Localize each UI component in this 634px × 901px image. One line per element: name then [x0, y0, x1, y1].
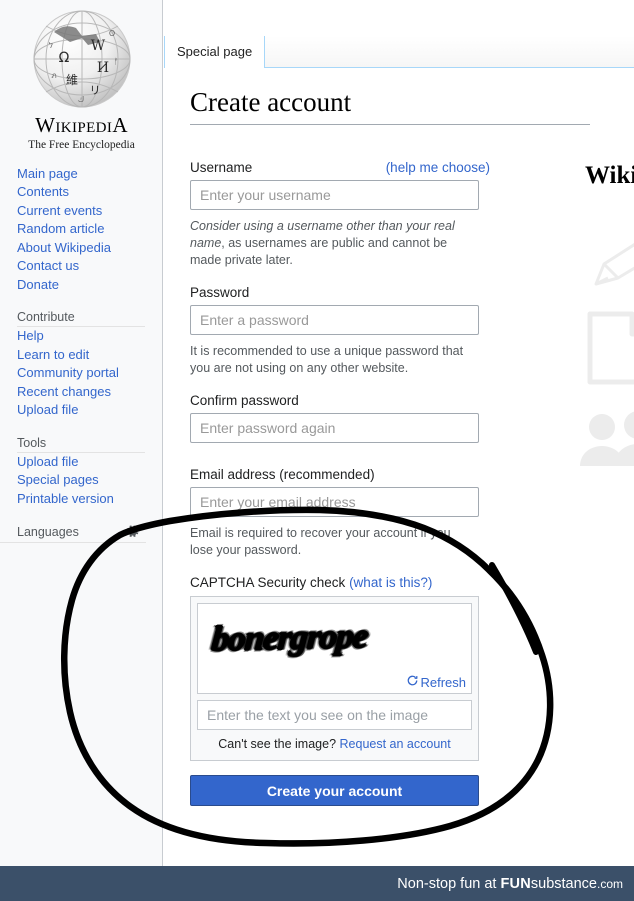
- footer-brand-fun: FUN: [500, 875, 531, 892]
- password-input[interactable]: [190, 305, 479, 335]
- wikipedia-logo[interactable]: Ω W И 維 リ ל ภ ᚠ ʘ ك WIKIPEDIA The Free E…: [0, 0, 163, 151]
- username-input[interactable]: [190, 180, 479, 210]
- username-hint: Consider using a username other than you…: [190, 218, 473, 269]
- create-account-form: Username (help me choose) Consider using…: [190, 160, 490, 806]
- sidebar-item-donate[interactable]: Donate: [17, 276, 162, 295]
- email-hint: Email is required to recover your accoun…: [190, 526, 451, 557]
- sidebar-item-contents[interactable]: Contents: [17, 183, 162, 202]
- username-hint-rest: , as usernames are public and cannot be …: [190, 236, 448, 267]
- tab-special-page[interactable]: Special page: [165, 36, 266, 68]
- captcha-label-row: CAPTCHA Security check (what is this?): [190, 575, 490, 590]
- email-input[interactable]: [190, 487, 479, 517]
- confirm-password-label-row: Confirm password: [190, 393, 490, 408]
- create-your-account-button[interactable]: Create your account: [190, 775, 479, 806]
- sidebar-item-random-article[interactable]: Random article: [17, 220, 162, 239]
- password-label: Password: [190, 285, 250, 300]
- sidebar: Ω W И 維 リ ל ภ ᚠ ʘ ك WIKIPEDIA The Free E…: [0, 0, 163, 866]
- captcha-image-text: bonergrope: [210, 616, 370, 659]
- footer-brand-substance: substance: [530, 875, 597, 892]
- sidebar-nav-main: Main page Contents Current events Random…: [0, 165, 162, 509]
- sidebar-heading-contribute: Contribute: [17, 310, 145, 328]
- sidebar-item-current-events[interactable]: Current events: [17, 202, 162, 221]
- sidebar-heading-languages: Languages: [17, 524, 79, 539]
- svg-text:ʘ: ʘ: [108, 29, 114, 38]
- sidebar-item-printable-version[interactable]: Printable version: [17, 490, 162, 509]
- password-hint: It is recommended to use a unique passwo…: [190, 344, 464, 375]
- captcha-input[interactable]: [197, 700, 472, 730]
- sidebar-item-special-pages[interactable]: Special pages: [17, 471, 162, 490]
- footer-watermark: Non-stop fun at FUNsubstance.com: [397, 876, 623, 892]
- sidebar-item-learn-to-edit[interactable]: Learn to edit: [17, 346, 162, 365]
- sidebar-heading-tools: Tools: [17, 436, 145, 453]
- wikipedia-page: Ω W И 維 リ ל ภ ᚠ ʘ ك WIKIPEDIA The Free E…: [0, 0, 634, 866]
- captcha-refresh-label: Refresh: [420, 674, 466, 690]
- tab-special-page-label: Special page: [177, 44, 253, 59]
- captcha-refresh-button[interactable]: Refresh: [406, 674, 466, 690]
- sidebar-item-about-wikipedia[interactable]: About Wikipedia: [17, 239, 162, 258]
- wikipedia-wordmark: WIKIPEDIA: [35, 113, 128, 137]
- wikipedia-globe-icon: Ω W И 維 リ ל ภ ᚠ ʘ ك: [24, 6, 140, 112]
- svg-text:W: W: [90, 38, 105, 54]
- svg-text:ك: ك: [77, 95, 84, 104]
- help-me-choose-link[interactable]: (help me choose): [386, 160, 490, 175]
- people-icon: [576, 410, 634, 473]
- svg-text:維: 維: [65, 73, 77, 87]
- email-label: Email address (recommended): [190, 467, 375, 482]
- username-label: Username: [190, 160, 253, 175]
- refresh-icon: [406, 674, 419, 690]
- confirm-password-input[interactable]: [190, 413, 479, 443]
- sidebar-item-tools-upload-file[interactable]: Upload file: [17, 453, 162, 472]
- captcha-footer: Can't see the image? Request an account: [197, 730, 472, 754]
- document-icon: [582, 310, 634, 389]
- captcha-what-is-this-link[interactable]: (what is this?): [349, 575, 432, 590]
- svg-text:ל: ל: [48, 41, 53, 50]
- sidebar-item-recent-changes[interactable]: Recent changes: [17, 383, 162, 402]
- sidebar-item-community-portal[interactable]: Community portal: [17, 364, 162, 383]
- sidebar-item-contact-us[interactable]: Contact us: [17, 257, 162, 276]
- email-label-row: Email address (recommended): [190, 467, 490, 482]
- footer-prefix: Non-stop fun at: [397, 875, 501, 892]
- svg-text:Ω: Ω: [58, 50, 69, 66]
- sidebar-item-help[interactable]: Help: [17, 327, 162, 346]
- captcha-image: bonergrope Refresh: [197, 603, 472, 694]
- sidebar-item-main-page[interactable]: Main page: [17, 165, 162, 184]
- sidebar-item-upload-file[interactable]: Upload file: [17, 401, 162, 420]
- pencil-icon: [584, 228, 634, 301]
- password-label-row: Password: [190, 285, 490, 300]
- sidebar-languages-section: Languages: [0, 524, 146, 544]
- footer-bar: Non-stop fun at FUNsubstance.com: [0, 866, 634, 901]
- captcha-box: bonergrope Refresh Can't see the image?: [190, 596, 479, 761]
- username-label-row: Username (help me choose): [190, 160, 490, 175]
- svg-text:ภ: ภ: [51, 71, 56, 80]
- captcha-cant-see-text: Can't see the image?: [218, 737, 337, 751]
- svg-text:ᚠ: ᚠ: [113, 57, 118, 66]
- confirm-password-label: Confirm password: [190, 393, 299, 408]
- svg-text:リ: リ: [89, 84, 100, 97]
- request-an-account-link[interactable]: Request an account: [340, 737, 451, 751]
- captcha-label: CAPTCHA Security check: [190, 575, 346, 590]
- promo-title: Wiki: [585, 162, 634, 189]
- footer-brand-tld: .com: [596, 876, 623, 891]
- promo-panel: Wiki: [486, 0, 634, 866]
- svg-text:И: И: [96, 60, 108, 76]
- wikipedia-tagline: The Free Encyclopedia: [28, 138, 135, 151]
- gear-icon[interactable]: [125, 524, 140, 539]
